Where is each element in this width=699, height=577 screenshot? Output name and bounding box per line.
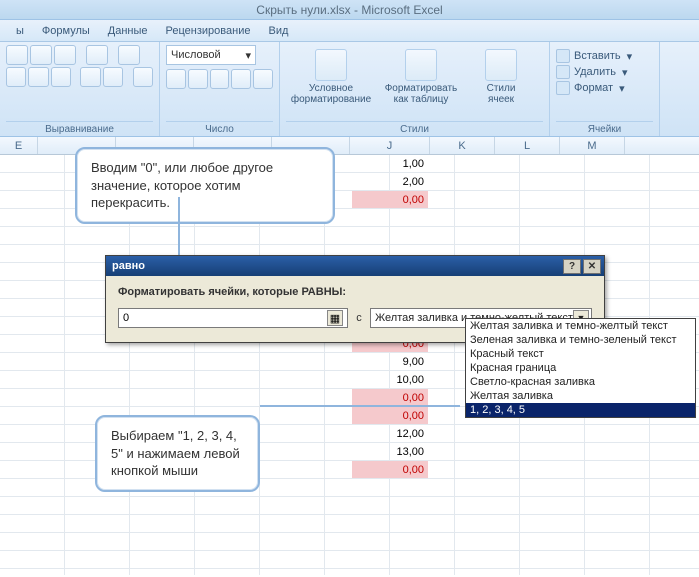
data-cell[interactable]: 2,00 [352, 173, 428, 191]
col-header[interactable]: E [0, 137, 38, 154]
data-cell[interactable]: 0,00 [352, 407, 428, 425]
number-format-select[interactable]: Числовой ▾ [166, 45, 256, 65]
data-cell[interactable]: 0,00 [352, 191, 428, 209]
delete-cells-button[interactable]: Удалить ▾ [556, 65, 653, 79]
dropdown-option[interactable]: 1, 2, 3, 4, 5 [466, 403, 695, 417]
data-cell[interactable]: 13,00 [352, 443, 428, 461]
group-label: Число [166, 121, 273, 136]
col-header[interactable]: L [495, 137, 560, 154]
range-picker-icon[interactable]: ▦ [327, 310, 343, 326]
callout-top: Вводим "0", или любое другое значение, к… [75, 147, 335, 224]
format-dropdown: Желтая заливка и темно-желтый текстЗелен… [465, 318, 696, 418]
window-titlebar: Скрыть нули.xlsx - Microsoft Excel [0, 0, 699, 20]
button-label: Форматировать как таблицу [385, 83, 458, 105]
data-cell[interactable]: 9,00 [352, 353, 428, 371]
chevron-down-icon: ▾ [245, 49, 251, 62]
ribbon-tab[interactable]: Рецензирование [166, 25, 251, 37]
group-label: Стили [286, 121, 543, 136]
align-middle-button[interactable] [30, 45, 52, 65]
group-styles: Условное форматирование Форматировать ка… [280, 42, 550, 136]
col-header[interactable]: M [560, 137, 625, 154]
group-label: Выравнивание [6, 121, 153, 136]
group-number: Числовой ▾ Число [160, 42, 280, 136]
button-label: Стили ячеек [487, 83, 516, 105]
ribbon-tab[interactable]: Вид [268, 25, 288, 37]
with-separator: с [354, 312, 364, 324]
ribbon: Выравнивание Числовой ▾ Число Условное ф… [0, 42, 699, 137]
col-header[interactable]: J [350, 137, 430, 154]
merge-button[interactable] [133, 67, 153, 87]
percent-button[interactable] [188, 69, 208, 89]
decrease-decimal-button[interactable] [253, 69, 273, 89]
format-icon [556, 81, 570, 95]
conditional-format-icon [315, 49, 347, 81]
format-cells-button[interactable]: Формат ▾ [556, 81, 653, 95]
dropdown-option[interactable]: Желтая заливка [466, 389, 695, 403]
align-right-button[interactable] [51, 67, 71, 87]
comma-button[interactable] [210, 69, 230, 89]
cell-styles-button[interactable]: Стили ячеек [466, 45, 536, 105]
button-label: Вставить [574, 50, 621, 62]
table-icon [405, 49, 437, 81]
wrap-text-button[interactable] [118, 45, 140, 65]
ribbon-tab[interactable]: ы [16, 25, 24, 37]
close-button[interactable]: ✕ [583, 259, 601, 274]
callout-leader [260, 405, 460, 407]
cell-styles-icon [485, 49, 517, 81]
chevron-down-icon: ▾ [627, 50, 633, 63]
data-cell[interactable] [352, 209, 428, 227]
callout-text: Вводим "0", или любое другое значение, к… [91, 160, 273, 210]
align-top-button[interactable] [6, 45, 28, 65]
data-cell[interactable]: 0,00 [352, 461, 428, 479]
value-input[interactable]: 0 ▦ [118, 308, 348, 328]
chevron-down-icon: ▾ [619, 82, 625, 95]
increase-decimal-button[interactable] [231, 69, 251, 89]
ribbon-tabs: ы Формулы Данные Рецензирование Вид [0, 20, 699, 42]
value-text: 0 [123, 312, 129, 324]
currency-button[interactable] [166, 69, 186, 89]
group-cells: Вставить▾ Удалить▾ Формат▾ Ячейки [550, 42, 660, 136]
group-label: Ячейки [556, 121, 653, 136]
dialog-instruction: Форматировать ячейки, которые РАВНЫ: [118, 286, 592, 298]
ribbon-tab[interactable]: Данные [108, 25, 148, 37]
ribbon-tab[interactable]: Формулы [42, 25, 90, 37]
dropdown-option[interactable]: Светло-красная заливка [466, 375, 695, 389]
window-title: Скрыть нули.xlsx - Microsoft Excel [256, 3, 442, 17]
group-alignment: Выравнивание [0, 42, 160, 136]
button-label: Формат [574, 82, 613, 94]
data-cell[interactable]: 1,00 [352, 155, 428, 173]
increase-indent-button[interactable] [103, 67, 123, 87]
delete-icon [556, 65, 570, 79]
callout-text: Выбираем "1, 2, 3, 4, 5" и нажимаем лево… [111, 428, 240, 478]
button-label: Удалить [574, 66, 616, 78]
orientation-button[interactable] [86, 45, 108, 65]
conditional-formatting-button[interactable]: Условное форматирование [286, 45, 376, 105]
help-button[interactable]: ? [563, 259, 581, 274]
dropdown-option[interactable]: Красный текст [466, 347, 695, 361]
number-format-value: Числовой [171, 49, 221, 61]
dialog-title: равно [112, 260, 145, 272]
chevron-down-icon: ▾ [622, 66, 628, 79]
button-label: Условное форматирование [291, 83, 371, 105]
align-bottom-button[interactable] [54, 45, 76, 65]
format-as-table-button[interactable]: Форматировать как таблицу [376, 45, 466, 105]
data-cell[interactable] [352, 227, 428, 245]
dropdown-option[interactable]: Красная граница [466, 361, 695, 375]
dropdown-option[interactable]: Желтая заливка и темно-желтый текст [466, 319, 695, 333]
decrease-indent-button[interactable] [80, 67, 100, 87]
callout-bottom: Выбираем "1, 2, 3, 4, 5" и нажимаем лево… [95, 415, 260, 492]
col-header[interactable]: K [430, 137, 495, 154]
data-cell[interactable]: 12,00 [352, 425, 428, 443]
align-center-button[interactable] [28, 67, 48, 87]
insert-icon [556, 49, 570, 63]
data-cell[interactable]: 10,00 [352, 371, 428, 389]
equal-to-dialog: равно ? ✕ Форматировать ячейки, которые … [105, 255, 605, 343]
insert-cells-button[interactable]: Вставить ▾ [556, 49, 653, 63]
align-left-button[interactable] [6, 67, 26, 87]
dropdown-option[interactable]: Зеленая заливка и темно-зеленый текст [466, 333, 695, 347]
dialog-titlebar[interactable]: равно ? ✕ [106, 256, 604, 276]
